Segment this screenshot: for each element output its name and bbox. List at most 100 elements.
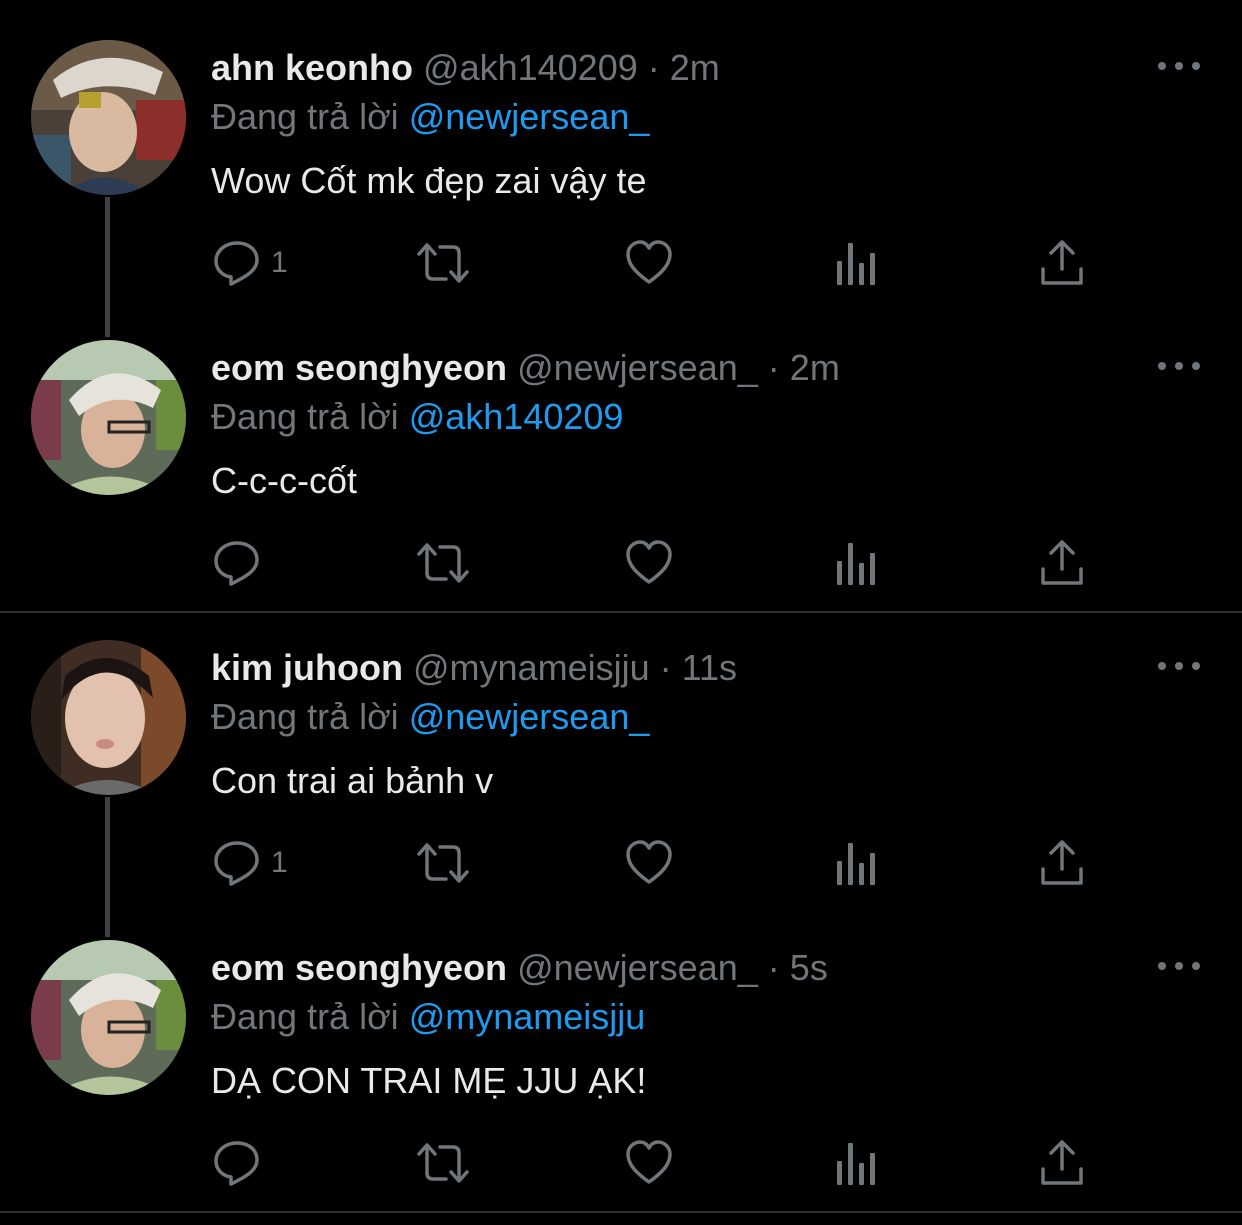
avatar-photo	[31, 640, 186, 795]
ellipsis-dot	[1192, 962, 1200, 970]
replying-to-line: Đang trả lời @mynameisjju	[211, 995, 645, 1039]
share-upload-icon	[1041, 240, 1083, 285]
reply-button[interactable]	[213, 538, 271, 588]
analytics-button[interactable]	[836, 538, 876, 588]
analytics-button[interactable]	[836, 838, 876, 888]
bar-chart-icon	[837, 1143, 875, 1185]
retweet-button[interactable]	[416, 1138, 470, 1188]
share-button[interactable]	[1040, 1138, 1084, 1188]
ellipsis-dot	[1175, 662, 1183, 670]
tweet-text: DẠ CON TRAI MẸ JJU ẠK!	[211, 1060, 647, 1101]
tweet[interactable]: ahn keonho @akh140209 · 2m Đang trả lời …	[0, 0, 1242, 337]
conversation-divider	[0, 1211, 1242, 1213]
timestamp[interactable]: 5s	[790, 947, 828, 988]
replying-to-mention[interactable]: @newjersean_	[409, 696, 650, 737]
retweet-button[interactable]	[416, 538, 470, 588]
more-options-button[interactable]	[1158, 356, 1200, 376]
retweet-arrows-icon	[417, 843, 469, 883]
replying-to-line: Đang trả lời @akh140209	[211, 395, 623, 439]
share-upload-icon	[1041, 540, 1083, 585]
tweet-text: Con trai ai bảnh v	[211, 760, 494, 801]
heart-icon	[626, 240, 672, 284]
ellipsis-dot	[1175, 962, 1183, 970]
user-handle[interactable]: @akh140209	[423, 47, 638, 88]
tweet-text: Wow Cốt mk đẹp zai vậy te	[211, 160, 647, 201]
user-handle[interactable]: @newjersean_	[517, 347, 758, 388]
replying-to-mention[interactable]: @mynameisjju	[409, 996, 646, 1037]
display-name[interactable]: eom seonghyeon	[211, 347, 507, 388]
more-options-button[interactable]	[1158, 56, 1200, 76]
like-button[interactable]	[625, 238, 673, 288]
ellipsis-icon	[1158, 362, 1166, 370]
timestamp[interactable]: 11s	[682, 647, 737, 688]
replying-to-line: Đang trả lời @newjersean_	[211, 95, 649, 139]
tweet-header: kim juhoon @mynameisjju · 11s	[211, 646, 737, 690]
retweet-arrows-icon	[417, 543, 469, 583]
tweet[interactable]: kim juhoon @mynameisjju · 11s Đang trả l…	[0, 600, 1242, 937]
display-name[interactable]: eom seonghyeon	[211, 947, 507, 988]
speech-bubble-icon	[214, 541, 259, 586]
share-button[interactable]	[1040, 538, 1084, 588]
share-button[interactable]	[1040, 238, 1084, 288]
share-upload-icon	[1041, 840, 1083, 885]
reply-feed: ahn keonho @akh140209 · 2m Đang trả lời …	[0, 0, 1242, 1225]
more-options-button[interactable]	[1158, 956, 1200, 976]
avatar[interactable]	[31, 340, 186, 495]
avatar-photo	[31, 340, 186, 495]
replying-to-label: Đang trả lời	[211, 96, 399, 137]
retweet-button[interactable]	[416, 838, 470, 888]
timestamp[interactable]: 2m	[790, 347, 840, 388]
like-button[interactable]	[625, 1138, 673, 1188]
tweet[interactable]: eom seonghyeon @newjersean_ · 5s Đang tr…	[0, 900, 1242, 1200]
ellipsis-icon	[1158, 962, 1166, 970]
ellipsis-icon	[1158, 662, 1166, 670]
heart-icon	[626, 1140, 672, 1184]
display-name[interactable]: kim juhoon	[211, 647, 403, 688]
retweet-button[interactable]	[416, 238, 470, 288]
analytics-button[interactable]	[836, 238, 876, 288]
tweet-header: eom seonghyeon @newjersean_ · 2m	[211, 346, 840, 390]
user-handle[interactable]: @mynameisjju	[413, 647, 650, 688]
heart-icon	[626, 540, 672, 584]
like-button[interactable]	[625, 838, 673, 888]
analytics-button[interactable]	[836, 1138, 876, 1188]
heart-icon	[626, 840, 672, 884]
reply-button[interactable]: 1	[213, 838, 288, 888]
reply-count: 1	[271, 246, 288, 279]
ellipsis-dot	[1175, 62, 1183, 70]
timestamp[interactable]: 2m	[670, 47, 720, 88]
ellipsis-dot	[1192, 62, 1200, 70]
like-button[interactable]	[625, 538, 673, 588]
share-button[interactable]	[1040, 838, 1084, 888]
avatar-photo	[31, 940, 186, 1095]
more-options-button[interactable]	[1158, 656, 1200, 676]
user-handle[interactable]: @newjersean_	[517, 947, 758, 988]
speech-bubble-icon	[214, 841, 259, 886]
share-upload-icon	[1041, 1140, 1083, 1185]
ellipsis-dot	[1192, 362, 1200, 370]
tweet[interactable]: eom seonghyeon @newjersean_ · 2m Đang tr…	[0, 300, 1242, 600]
avatar[interactable]	[31, 940, 186, 1095]
tweet-header: ahn keonho @akh140209 · 2m	[211, 46, 720, 90]
avatar[interactable]	[31, 640, 186, 795]
reply-button[interactable]	[213, 1138, 271, 1188]
retweet-arrows-icon	[417, 1143, 469, 1183]
bar-chart-icon	[837, 543, 875, 585]
tweet-text: C-c-c-cốt	[211, 460, 357, 501]
separator-dot: ·	[767, 347, 780, 388]
reply-button[interactable]: 1	[213, 238, 288, 288]
separator-dot: ·	[659, 647, 672, 688]
retweet-arrows-icon	[417, 243, 469, 283]
avatar[interactable]	[31, 40, 186, 195]
avatar-photo	[31, 40, 186, 195]
replying-to-label: Đang trả lời	[211, 996, 399, 1037]
speech-bubble-icon	[214, 1141, 259, 1186]
tweet-header: eom seonghyeon @newjersean_ · 5s	[211, 946, 828, 990]
display-name[interactable]: ahn keonho	[211, 47, 413, 88]
replying-to-mention[interactable]: @akh140209	[409, 396, 624, 437]
separator-dot: ·	[767, 947, 780, 988]
reply-count: 1	[271, 846, 288, 879]
ellipsis-dot	[1192, 662, 1200, 670]
replying-to-mention[interactable]: @newjersean_	[409, 96, 650, 137]
bar-chart-icon	[837, 243, 875, 285]
